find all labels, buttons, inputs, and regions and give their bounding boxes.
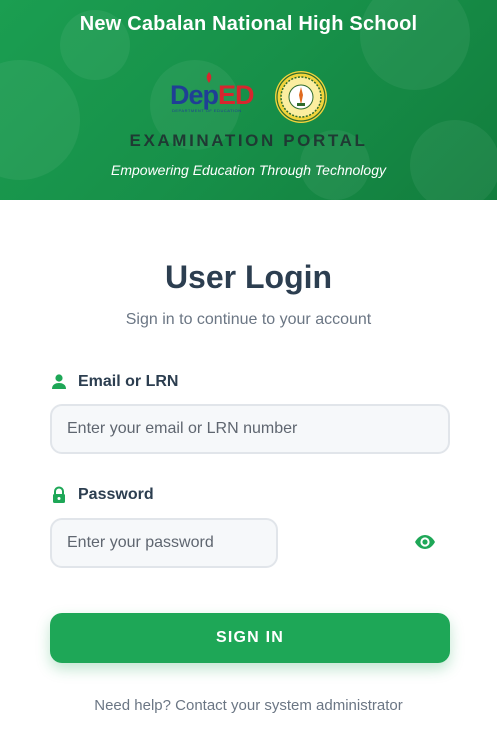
lock-icon (53, 486, 65, 503)
email-field-label: Email or LRN (50, 371, 178, 393)
portal-header: New Cabalan National High School DepED D… (0, 0, 497, 200)
email-label-text: Email or LRN (78, 373, 179, 390)
portal-title: EXAMINATION PORTAL (129, 131, 368, 150)
login-title: User Login (164, 259, 333, 295)
eye-icon[interactable] (414, 532, 436, 552)
deped-wordmark: DepED (170, 80, 255, 110)
password-field-label: Password (50, 484, 154, 506)
email-input[interactable] (50, 404, 450, 454)
login-subtitle: Sign in to continue to your account (125, 311, 372, 328)
deped-subtitle: DEPARTMENT OF EDUCATION (172, 108, 242, 113)
deped-logo: DepED DEPARTMENT OF EDUCATION (170, 72, 262, 113)
password-input[interactable] (50, 518, 278, 568)
school-seal-icon (275, 71, 327, 123)
torch-flame-icon (206, 72, 212, 83)
sign-in-button[interactable]: SIGN IN (50, 613, 450, 663)
logo-row: DepED DEPARTMENT OF EDUCATION (0, 70, 497, 123)
school-name: New Cabalan National High School (79, 13, 418, 35)
password-label-text: Password (78, 486, 154, 503)
help-text: Need help? Contact your system administr… (94, 697, 403, 714)
portal-tagline: Empowering Education Through Technology (111, 162, 386, 178)
user-icon (52, 374, 66, 389)
